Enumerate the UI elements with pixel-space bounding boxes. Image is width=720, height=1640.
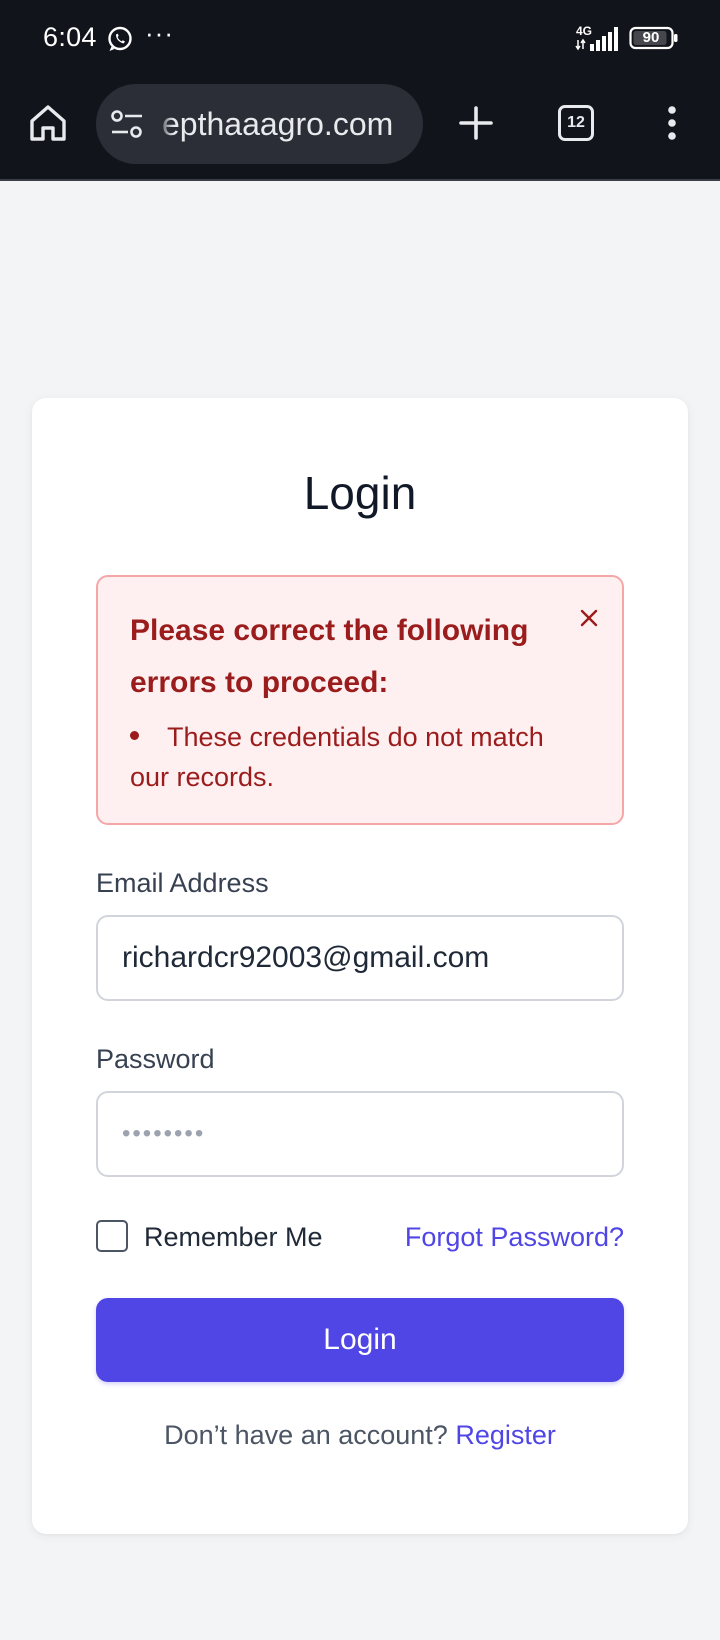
site-settings-icon[interactable] [110, 108, 144, 140]
password-field[interactable] [96, 1091, 624, 1177]
network-type-label: 4G [576, 24, 592, 38]
password-label: Password [96, 1044, 215, 1074]
register-prompt-text: Don’t have an account? [164, 1420, 448, 1450]
more-dots-icon: ··· [145, 18, 174, 48]
error-list: These credentials do not match our recor… [130, 717, 580, 797]
battery-level: 90 [642, 29, 660, 46]
url-fade [156, 84, 174, 164]
page-title: Login [303, 467, 417, 519]
register-link[interactable]: Register [455, 1420, 556, 1450]
error-alert: Please correct the following errors to p… [96, 575, 624, 825]
bullet-icon [130, 731, 139, 741]
address-bar[interactable]: epthaaagro.com [96, 84, 423, 164]
signal-icon: 4G [575, 24, 618, 51]
remember-label[interactable]: Remember Me [144, 1220, 323, 1254]
status-time: 6:04 [43, 22, 97, 52]
error-item-text: These credentials do not match our recor… [130, 722, 544, 792]
remember-checkbox[interactable] [96, 1220, 128, 1252]
login-button[interactable]: Login [96, 1298, 624, 1382]
register-prompt: Don’t have an account? Register [32, 1420, 688, 1451]
browser-toolbar: epthaaagro.com 12 [0, 78, 720, 181]
url-text[interactable]: epthaaagro.com [162, 84, 393, 164]
new-tab-icon[interactable] [455, 102, 497, 144]
home-icon[interactable] [27, 102, 69, 144]
error-item: These credentials do not match our recor… [130, 717, 580, 797]
error-heading: Please correct the following errors to p… [130, 614, 529, 699]
tab-switcher-icon[interactable]: 12 [558, 105, 594, 141]
email-field[interactable] [96, 915, 624, 1001]
whatsapp-icon [108, 26, 132, 51]
forgot-password-link[interactable]: Forgot Password? [405, 1220, 624, 1254]
menu-icon[interactable] [656, 102, 688, 144]
email-label: Email Address [96, 868, 269, 898]
login-card: Login Please correct the following error… [32, 398, 688, 1534]
status-bar: 6:04 ··· 4G 90 [0, 0, 720, 78]
close-icon[interactable] [578, 607, 600, 629]
